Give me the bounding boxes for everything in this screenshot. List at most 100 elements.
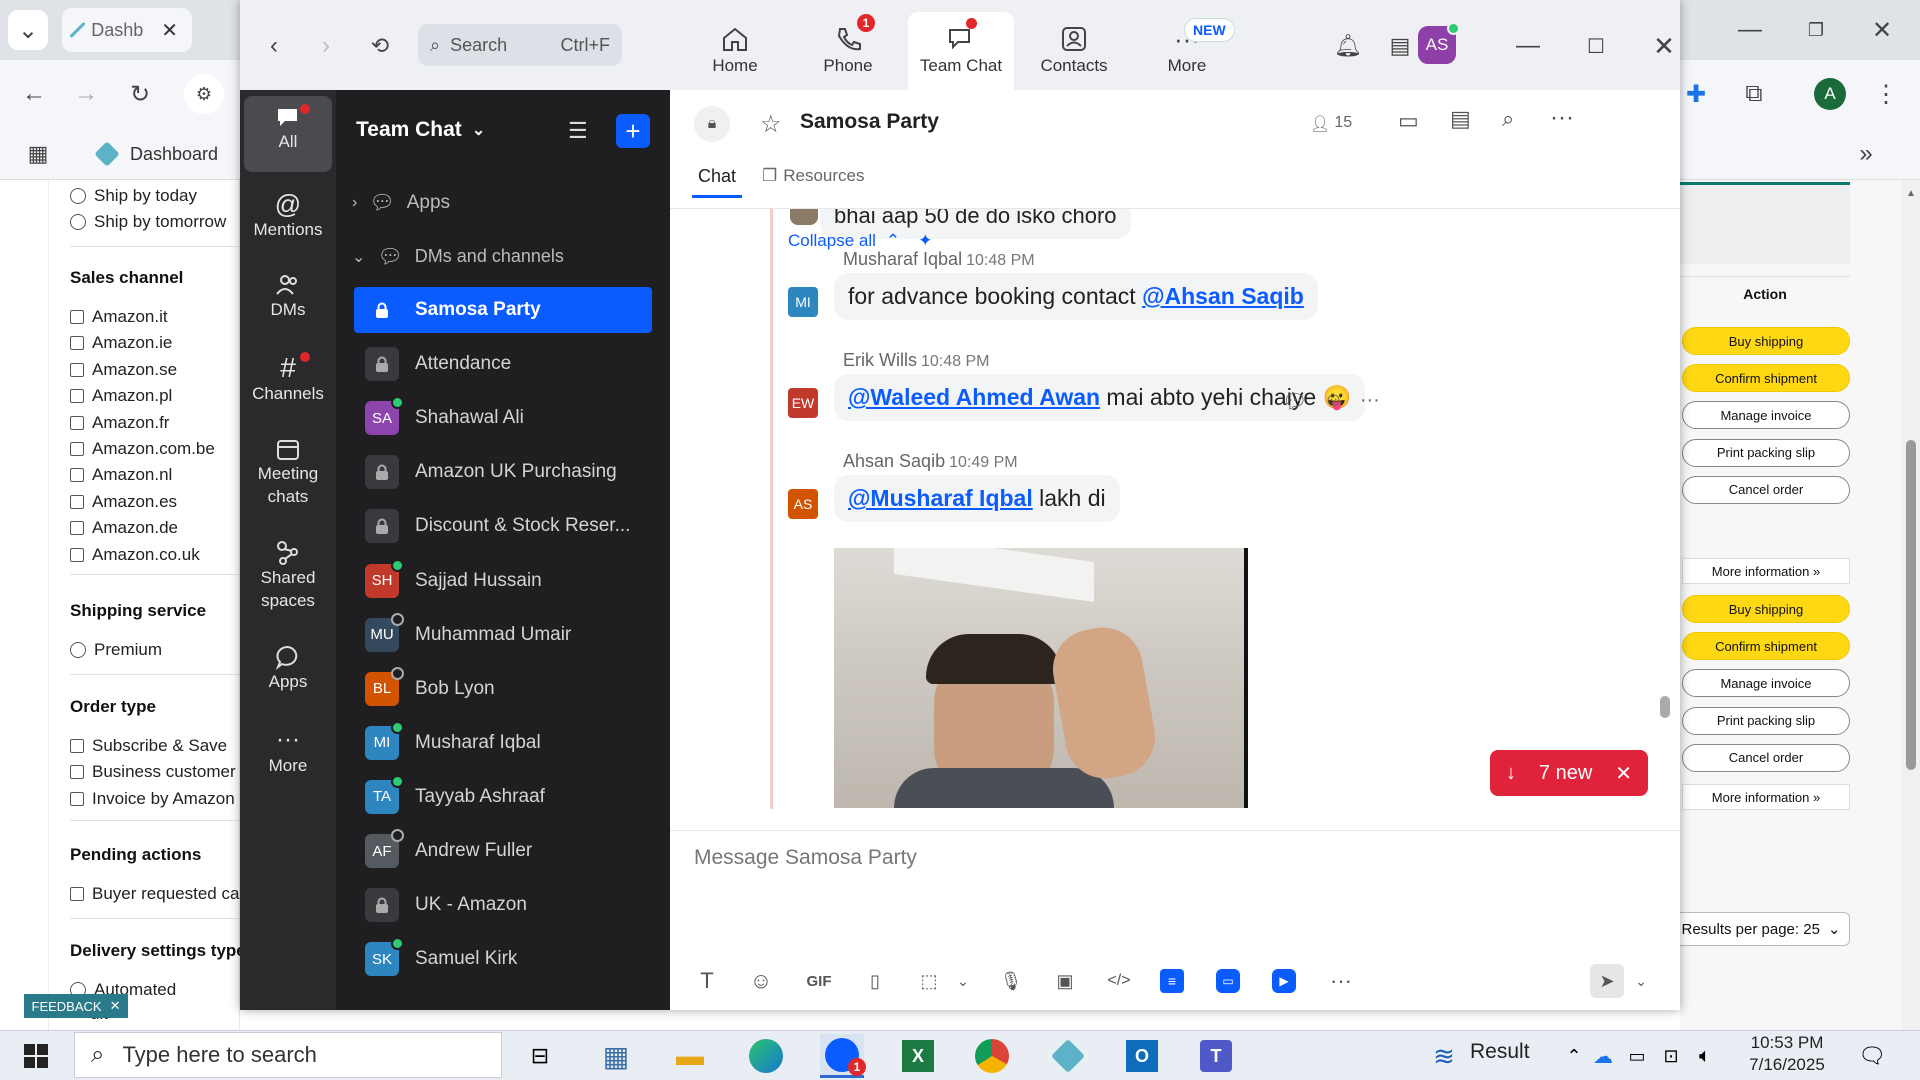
volume-icon[interactable]: 🔈︎ [1690, 1034, 1720, 1078]
zoom-search-box[interactable]: ⌕ Search Ctrl+F [418, 24, 622, 66]
screenshot-icon[interactable]: ⬚ [914, 966, 944, 996]
scroll-up-icon[interactable]: ▲ [1906, 188, 1916, 199]
weather-label[interactable]: Result [1470, 1040, 1530, 1064]
order-type-checkbox[interactable]: Subscribe & Save [70, 736, 227, 756]
extension-icon[interactable]: ✚ [1676, 74, 1716, 114]
buy-shipping-button[interactable]: Buy shipping [1682, 595, 1850, 623]
file-icon[interactable]: ▯ [860, 966, 890, 996]
filter-icon[interactable]: ☰ [568, 118, 588, 144]
message-input[interactable]: Message Samosa Party [694, 846, 1654, 926]
add-reaction-icon[interactable]: ☺ [1323, 389, 1343, 414]
confirm-shipment-button[interactable]: Confirm shipment [1682, 364, 1850, 393]
rail-channels[interactable]: # Channels [244, 346, 332, 418]
chat-scrollbar[interactable] [1660, 212, 1670, 918]
premium-radio[interactable]: Premium [70, 640, 162, 660]
gif-icon[interactable]: GIF [804, 966, 834, 996]
file-explorer-icon[interactable]: ▬ [668, 1034, 712, 1078]
chat-list-item[interactable]: SK Samuel Kirk [354, 936, 652, 982]
scrollbar-thumb[interactable] [1906, 440, 1916, 770]
chat-list-item[interactable]: Attendance [354, 341, 652, 387]
sales-channel-checkbox[interactable]: Amazon.ie [70, 333, 172, 353]
video-message-icon[interactable]: ▣ [1050, 966, 1080, 996]
whiteboard-app-icon[interactable]: ▭ [1216, 969, 1240, 993]
calendar-icon[interactable]: ▤ [1450, 106, 1471, 132]
chat-list-item[interactable]: UK - Amazon [354, 882, 652, 928]
rail-mentions[interactable]: @ Mentions [244, 182, 332, 254]
maximize-icon[interactable]: ☐ [1576, 26, 1616, 66]
manage-invoice-button[interactable]: Manage invoice [1682, 401, 1850, 430]
outlook-icon[interactable]: O [1120, 1034, 1164, 1078]
collapse-all-link[interactable]: Collapse all ⌃ ✦ [788, 231, 932, 251]
sales-channel-checkbox[interactable]: Amazon.se [70, 360, 177, 380]
tab-resources[interactable]: ❐ Resources [762, 166, 865, 186]
video-icon[interactable]: ▭ [1398, 108, 1419, 134]
clips-app-icon[interactable]: ▶ [1272, 969, 1296, 993]
chat-list-item[interactable]: SA Shahawal Ali [354, 395, 652, 441]
back-arrow-icon[interactable]: ‹ [254, 26, 294, 66]
chat-list-item[interactable]: Samosa Party [354, 287, 652, 333]
nav-tab-more[interactable]: ··· More NEW [1134, 12, 1240, 90]
print-packing-slip-button[interactable]: Print packing slip [1682, 438, 1850, 467]
star-icon[interactable]: ☆ [760, 110, 782, 139]
sales-channel-checkbox[interactable]: Amazon.com.be [70, 439, 215, 459]
calculator-icon[interactable]: ▦ [594, 1034, 638, 1078]
restore-browser-icon[interactable]: ❐ [1796, 10, 1836, 50]
chrome-icon[interactable] [970, 1034, 1014, 1078]
network-icon[interactable]: ⊡ [1656, 1034, 1686, 1078]
edge-icon[interactable] [744, 1034, 788, 1078]
team-chat-heading[interactable]: Team Chat ⌄ [356, 118, 485, 142]
double-chevron-right-icon[interactable]: » [1846, 134, 1886, 174]
chat-list-item[interactable]: MI Musharaf Iqbal [354, 720, 652, 766]
chat-list-item[interactable]: SH Sajjad Hussain [354, 558, 652, 604]
order-type-checkbox[interactable]: Business customer [70, 762, 236, 782]
back-icon[interactable]: ← [14, 74, 54, 114]
extensions-puzzle-icon[interactable]: ⧉ [1734, 74, 1774, 114]
calendar-icon[interactable]: ▤ [1380, 26, 1420, 66]
ship-today-radio[interactable]: Ship by today [70, 186, 197, 206]
page-scrollbar[interactable]: ▲ [1902, 180, 1920, 1030]
minimize-icon[interactable]: — [1508, 26, 1548, 66]
more-tools-icon[interactable]: ··· [1326, 966, 1356, 996]
chevron-down-icon[interactable]: ⌄ [1626, 966, 1656, 996]
send-icon[interactable]: ➤ [1590, 964, 1624, 998]
browser-tab[interactable]: Dashb ✕ [62, 8, 192, 52]
chevron-down-icon[interactable]: ⌄ [948, 966, 978, 996]
microphone-icon[interactable]: 🎙︎ [996, 966, 1026, 996]
ship-tomorrow-radio[interactable]: Ship by tomorrow [70, 212, 226, 232]
rail-apps[interactable]: Apps [244, 636, 332, 708]
mention-link[interactable]: @Waleed Ahmed Awan [848, 384, 1100, 410]
weather-icon[interactable]: ≋ [1422, 1034, 1466, 1078]
zoom-taskbar-icon[interactable]: 1 [820, 1034, 866, 1078]
forward-arrow-icon[interactable]: › [306, 26, 346, 66]
bookmark-dashboard[interactable]: Dashboard [74, 128, 218, 180]
search-icon[interactable]: ⌕ [1502, 106, 1514, 132]
rail-all[interactable]: All [244, 96, 332, 172]
manage-invoice-button[interactable]: Manage invoice [1682, 669, 1850, 698]
nav-tab-contacts[interactable]: Contacts [1021, 12, 1127, 90]
sales-channel-checkbox[interactable]: Amazon.pl [70, 386, 172, 406]
members-count[interactable]: 👤︎ 15 [1310, 114, 1352, 134]
chat-list-item[interactable]: TA Tayyab Ashraaf [354, 774, 652, 820]
chat-list-item[interactable]: MU Muhammad Umair [354, 612, 652, 658]
cancel-order-button[interactable]: Cancel order [1682, 475, 1850, 504]
close-browser-icon[interactable]: ✕ [1862, 10, 1902, 50]
tab-chat[interactable]: Chat [692, 154, 743, 198]
nav-tab-team-chat[interactable]: Team Chat [908, 12, 1014, 90]
excel-icon[interactable]: X [896, 1034, 940, 1078]
close-tab-icon[interactable]: ✕ [161, 18, 178, 43]
onedrive-icon[interactable]: ☁ [1588, 1034, 1618, 1078]
buy-shipping-button[interactable]: Buy shipping [1682, 327, 1850, 355]
scrollbar-thumb[interactable] [1660, 696, 1670, 718]
teams-icon[interactable]: T [1194, 1034, 1238, 1078]
rail-meeting-chats[interactable]: Meeting chats [244, 428, 332, 522]
print-packing-slip-button[interactable]: Print packing slip [1682, 706, 1850, 735]
results-per-page-select[interactable]: Results per page: 25 ⌄ [1672, 912, 1850, 946]
close-icon[interactable]: ✕ [1615, 761, 1632, 786]
sales-channel-checkbox[interactable]: Amazon.co.uk [70, 545, 200, 565]
user-avatar[interactable]: AS [1418, 22, 1460, 64]
sales-channel-checkbox[interactable]: Amazon.nl [70, 465, 172, 485]
notifications-icon[interactable]: 🗨︎ [1850, 1034, 1894, 1078]
bell-icon[interactable]: 🔔︎ [1328, 26, 1368, 66]
mention-link[interactable]: @Musharaf Iqbal [848, 485, 1033, 511]
cancel-order-button[interactable]: Cancel order [1682, 743, 1850, 772]
